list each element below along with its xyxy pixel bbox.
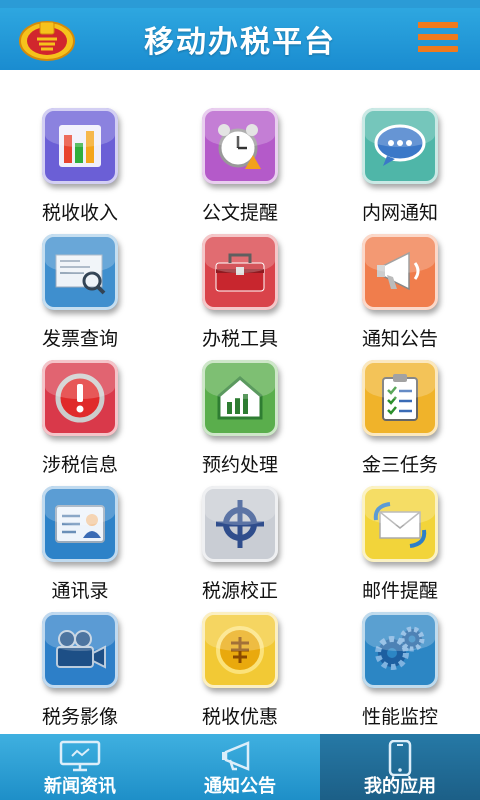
app-label: 内网通知	[361, 202, 438, 224]
app-tile	[42, 234, 118, 310]
app-grid: 税收收入 公文提醒 内网通知 发票查询 办税工具 通知公告 涉税信息 预约处理 …	[0, 100, 480, 730]
app-label: 税务影像	[41, 706, 118, 728]
chat-bubble-icon	[374, 124, 426, 166]
app-label: 通知公告	[361, 328, 438, 350]
app-label: 邮件提醒	[361, 580, 438, 602]
app-label: 发票查询	[41, 328, 118, 350]
app-label: 税源校正	[201, 580, 278, 602]
app-tile	[362, 486, 438, 562]
app-document-reminder[interactable]: 公文提醒	[160, 100, 320, 226]
app-golden-tax-task[interactable]: 金三任务	[320, 352, 480, 478]
crosshair-icon	[216, 500, 264, 548]
app-performance-monitor[interactable]: 性能监控	[320, 604, 480, 730]
app-appointment[interactable]: 预约处理	[160, 352, 320, 478]
tab-label: 我的应用	[364, 776, 436, 797]
app-mail-reminder[interactable]: 邮件提醒	[320, 478, 480, 604]
app-tax-info[interactable]: 涉税信息	[0, 352, 160, 478]
gears-icon	[375, 626, 425, 670]
toolbox-icon	[215, 253, 265, 292]
app-tile	[362, 108, 438, 184]
menu-line	[418, 22, 458, 28]
app-label: 税收收入	[41, 202, 118, 224]
app-tile	[42, 612, 118, 688]
app-tile	[362, 360, 438, 436]
app-label: 涉税信息	[41, 454, 118, 476]
tab-my-apps[interactable]: 我的应用	[320, 734, 480, 800]
app-tax-imaging[interactable]: 税务影像	[0, 604, 160, 730]
alert-icon	[55, 373, 105, 423]
tab-label: 新闻资讯	[44, 776, 116, 797]
clipboard-checklist-icon	[382, 374, 418, 421]
tab-news[interactable]: 新闻资讯	[0, 734, 160, 800]
app-tax-revenue[interactable]: 税收收入	[0, 100, 160, 226]
app-tile	[202, 612, 278, 688]
alarm-clock-icon	[218, 124, 261, 169]
app-tax-tools[interactable]: 办税工具	[160, 226, 320, 352]
app-label: 办税工具	[201, 328, 278, 350]
camera-icon	[56, 630, 106, 669]
app-label: 税收优惠	[201, 706, 278, 728]
bottom-tab-bar: 新闻资讯 通知公告 我的应用	[0, 734, 480, 800]
bar-chart-icon	[59, 125, 101, 167]
tab-label: 通知公告	[204, 776, 276, 797]
tax-emblem-icon	[19, 21, 75, 61]
app-intranet-notice[interactable]: 内网通知	[320, 100, 480, 226]
menu-button[interactable]	[418, 18, 458, 58]
app-tax-source-correction[interactable]: 税源校正	[160, 478, 320, 604]
status-bar	[0, 0, 480, 8]
app-tax-preference[interactable]: 税收优惠	[160, 604, 320, 730]
mail-icon	[373, 502, 427, 548]
phone-icon	[388, 740, 412, 776]
monitor-icon	[59, 740, 101, 772]
app-header: 移动办税平台	[0, 8, 480, 70]
menu-line	[418, 46, 458, 52]
house-chart-icon	[217, 376, 263, 420]
page-title: 移动办税平台	[144, 25, 336, 60]
app-tile	[202, 234, 278, 310]
megaphone-icon	[222, 741, 250, 771]
app-label: 通讯录	[51, 580, 109, 602]
app-tile	[42, 486, 118, 562]
app-invoice-query[interactable]: 发票查询	[0, 226, 160, 352]
app-tile	[42, 108, 118, 184]
app-notice-announcement[interactable]: 通知公告	[320, 226, 480, 352]
app-label: 金三任务	[361, 454, 438, 476]
menu-line	[418, 34, 458, 40]
app-label: 性能监控	[361, 706, 438, 728]
discount-coin-icon	[216, 626, 264, 674]
tab-notice[interactable]: 通知公告	[160, 734, 320, 800]
app-tile	[42, 360, 118, 436]
app-tile	[202, 360, 278, 436]
megaphone-icon	[377, 251, 420, 291]
app-tile	[202, 108, 278, 184]
invoice-search-icon	[55, 254, 106, 295]
app-label: 预约处理	[201, 454, 278, 476]
app-address-book[interactable]: 通讯录	[0, 478, 160, 604]
app-tile	[362, 612, 438, 688]
app-tile	[362, 234, 438, 310]
contact-card-icon	[55, 505, 105, 543]
app-tile	[202, 486, 278, 562]
app-label: 公文提醒	[201, 202, 278, 224]
